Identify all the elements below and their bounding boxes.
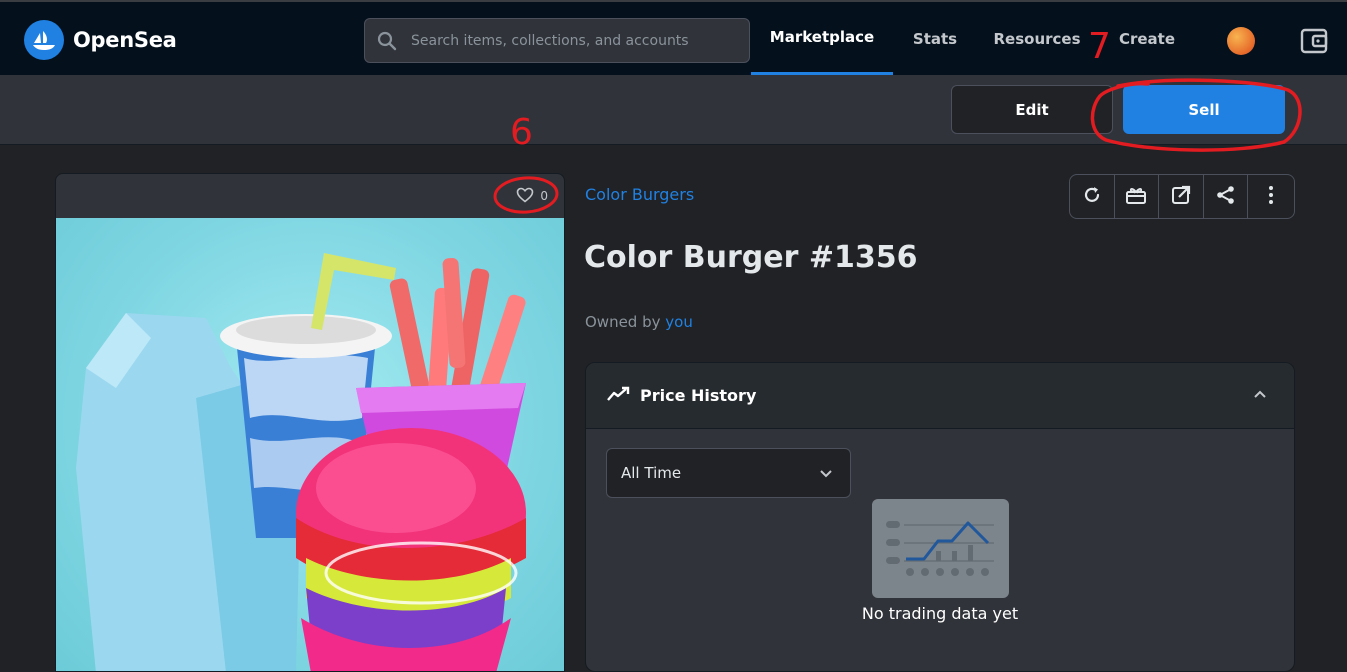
item-card-header: 0 [56,174,564,218]
collection-link[interactable]: Color Burgers [585,185,694,204]
annotation-number-7: 7 [1088,26,1111,67]
item-image-card: 0 [55,173,565,672]
nav-resources[interactable]: Resources [984,2,1090,75]
sell-button[interactable]: Sell [1123,85,1285,134]
trending-icon [606,386,630,406]
price-history-body: All Time No trading data yet [586,429,1294,662]
favorite-button[interactable]: 0 [516,187,548,206]
search-input[interactable] [411,32,731,49]
gift-icon [1125,185,1147,209]
item-title: Color Burger #1356 [584,240,918,275]
refresh-button[interactable] [1070,175,1115,218]
price-history-header[interactable]: Price History [586,363,1294,429]
heart-icon [516,187,534,206]
time-range-value: All Time [621,464,682,482]
opensea-logo-icon [24,20,64,60]
annotation-number-6: 6 [510,112,533,153]
empty-chart-illustration [872,499,1009,598]
external-link-icon [1171,185,1191,209]
profile-avatar[interactable] [1227,27,1255,55]
owner-link[interactable]: you [665,313,693,331]
top-nav: OpenSea Marketplace Stats Resources Crea… [0,0,1347,75]
owner-line: Owned by you [585,313,693,331]
price-history-panel: Price History All Time No trading data y… [585,362,1295,672]
owned-by-label: Owned by [585,313,661,331]
more-icon [1268,185,1274,209]
nft-image[interactable] [56,218,564,671]
nav-create[interactable]: Create [1110,2,1184,75]
transfer-button[interactable] [1115,175,1160,218]
share-icon [1216,185,1236,209]
more-options-button[interactable] [1248,175,1294,218]
nav-stats[interactable]: Stats [900,2,970,75]
item-toolbar [1069,174,1295,219]
refresh-icon [1082,185,1102,209]
chevron-down-icon [818,465,834,485]
nav-marketplace[interactable]: Marketplace [751,2,893,75]
time-range-select[interactable]: All Time [606,448,851,498]
opensea-logo[interactable]: OpenSea [24,20,177,60]
favorites-count: 0 [540,189,548,203]
search-box[interactable] [364,18,750,63]
item-action-bar: Edit Sell [0,75,1347,145]
open-external-button[interactable] [1159,175,1204,218]
empty-state-message: No trading data yet [861,604,1019,623]
app-name: OpenSea [73,28,177,52]
share-button[interactable] [1204,175,1249,218]
search-icon [377,30,399,52]
chevron-up-icon[interactable] [1252,387,1268,407]
wallet-icon[interactable] [1300,28,1328,54]
edit-button[interactable]: Edit [951,85,1113,134]
price-history-title: Price History [640,386,757,405]
